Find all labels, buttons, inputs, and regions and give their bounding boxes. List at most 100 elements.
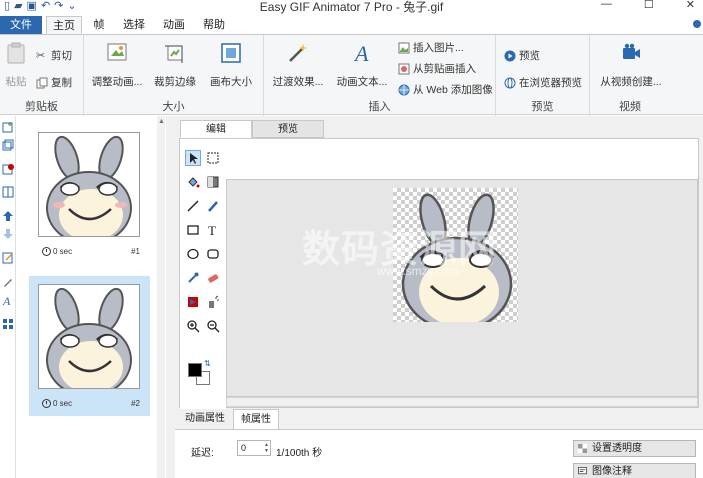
scroll-up-icon[interactable]: ▲ bbox=[158, 118, 165, 125]
text-tool-icon[interactable]: T bbox=[206, 223, 220, 237]
eraser-icon[interactable] bbox=[206, 271, 220, 285]
add-from-web-button[interactable]: 从 Web 添加图像 bbox=[398, 82, 493, 97]
ribbon-tabs: 文件 主页 帧 选择 动画 帮助 bbox=[0, 14, 703, 34]
text-icon[interactable]: A bbox=[2, 294, 14, 306]
resize-icon bbox=[107, 43, 127, 61]
pointer-tool-icon[interactable] bbox=[185, 150, 201, 166]
canvas-size-button[interactable]: 画布大小 bbox=[208, 41, 254, 89]
title-bar: ▯ ▰ ▣ ↶ ↷ ⌄ Easy GIF Animator 7 Pro - 兔子… bbox=[0, 0, 703, 14]
insert-image-button[interactable]: 插入图片... bbox=[398, 40, 464, 55]
group-label-insert: 插入 bbox=[368, 101, 391, 113]
marquee-select-icon[interactable] bbox=[206, 151, 220, 165]
crop-edges-button[interactable]: 裁剪边缘 bbox=[152, 41, 198, 89]
drawing-canvas[interactable]: 数码资源网 www.smzy.com bbox=[226, 179, 698, 397]
zoom-in-icon[interactable] bbox=[186, 319, 200, 333]
help-icon[interactable] bbox=[693, 20, 701, 28]
line-tool-icon[interactable] bbox=[186, 199, 200, 213]
svg-text:A: A bbox=[353, 41, 369, 65]
spinner-icon[interactable]: ▲ ▼ bbox=[264, 442, 269, 454]
fill-bucket-icon[interactable] bbox=[186, 175, 200, 189]
transition-effect-button[interactable]: 过渡效果... bbox=[270, 41, 326, 89]
eyedropper-icon[interactable] bbox=[186, 271, 200, 285]
animated-text-button[interactable]: A 动画文本... bbox=[334, 41, 390, 89]
frame-item-1[interactable]: 0 sec #1 bbox=[29, 124, 150, 264]
watermark-url: www.smzy.com bbox=[377, 264, 459, 278]
frame-number: #2 bbox=[131, 399, 140, 408]
image-icon bbox=[398, 42, 410, 53]
from-video-label: 从视频创建... bbox=[600, 76, 662, 88]
frame-list-scrollbar[interactable]: ▲ bbox=[157, 116, 165, 478]
frame-properties-panel: 延迟: 0 ▲ ▼ 1/100th 秒 设置透明度 图像注释 bbox=[175, 429, 703, 478]
image-comment-button[interactable]: 图像注释 bbox=[573, 463, 696, 478]
tab-animation[interactable]: 动画 bbox=[158, 16, 190, 34]
rounded-rect-tool-icon[interactable] bbox=[206, 247, 220, 261]
move-down-icon[interactable] bbox=[2, 228, 14, 240]
group-label-preview: 预览 bbox=[531, 101, 554, 113]
color-replace-icon[interactable] bbox=[186, 295, 200, 309]
tab-file[interactable]: 文件 bbox=[0, 16, 42, 34]
resize-animation-button[interactable]: 调整动画... bbox=[88, 41, 146, 89]
paste-icon bbox=[7, 42, 25, 64]
tab-edit[interactable]: 编辑 bbox=[180, 120, 252, 138]
duplicate-frame-icon[interactable] bbox=[2, 139, 14, 151]
frame-tool-strip: A bbox=[0, 116, 16, 478]
cut-label: 剪切 bbox=[51, 50, 72, 62]
color-swatches: ⇅ bbox=[184, 359, 224, 399]
delay-input[interactable]: 0 ▲ ▼ bbox=[237, 440, 271, 456]
preview-button[interactable]: 预览 bbox=[504, 48, 540, 63]
copy-button[interactable]: 复制 bbox=[36, 75, 72, 90]
frame-number: #1 bbox=[131, 247, 140, 256]
grid-icon[interactable] bbox=[2, 318, 14, 330]
copy-icon bbox=[36, 77, 48, 88]
group-insert: 过渡效果... A 动画文本... 插入图片... 从剪贴画插入 从 Web 添… bbox=[264, 35, 496, 116]
maximize-button[interactable]: ☐ bbox=[644, 0, 654, 11]
tab-frame-properties[interactable]: 帧属性 bbox=[233, 409, 279, 429]
gradient-icon[interactable] bbox=[206, 175, 220, 189]
pencil-icon[interactable] bbox=[2, 276, 14, 288]
tab-frame[interactable]: 帧 bbox=[88, 16, 110, 34]
scissors-icon: ✂ bbox=[36, 49, 46, 62]
paste-label: 粘贴 bbox=[5, 76, 27, 88]
canvas-horizontal-scrollbar[interactable] bbox=[226, 397, 698, 407]
resize-label: 调整动画... bbox=[91, 76, 143, 88]
set-transparency-label: 设置透明度 bbox=[592, 443, 642, 454]
move-up-icon[interactable] bbox=[2, 210, 14, 222]
window-title: Easy GIF Animator 7 Pro - 兔子.gif bbox=[259, 0, 444, 14]
set-transparency-button[interactable]: 设置透明度 bbox=[573, 440, 696, 457]
delete-frame-icon[interactable] bbox=[2, 163, 14, 175]
paste-button[interactable]: 粘贴 bbox=[3, 41, 29, 89]
rectangle-tool-icon[interactable] bbox=[186, 223, 200, 237]
clock-icon bbox=[42, 247, 51, 256]
canvas-container: T ⇅ 数码资源网 www.smzy.com bbox=[179, 138, 699, 409]
svg-text:A: A bbox=[2, 294, 11, 306]
cut-button[interactable]: ✂ 剪切 bbox=[36, 48, 72, 63]
add-frame-icon[interactable] bbox=[2, 121, 14, 133]
frame-list: 0 sec #1 0 sec #2 bbox=[16, 116, 156, 478]
frame-time: 0 sec bbox=[53, 399, 73, 408]
from-web-label: 从 Web 添加图像 bbox=[413, 84, 493, 96]
create-from-video-button[interactable]: 从视频创建... bbox=[598, 41, 664, 89]
frame-item-2[interactable]: 0 sec #2 bbox=[29, 276, 150, 416]
tab-animation-properties[interactable]: 动画属性 bbox=[179, 409, 231, 429]
tab-home[interactable]: 主页 bbox=[46, 16, 82, 34]
tab-preview[interactable]: 预览 bbox=[252, 120, 324, 138]
zoom-out-icon[interactable] bbox=[206, 319, 220, 333]
tab-help[interactable]: 帮助 bbox=[198, 16, 230, 34]
brush-icon[interactable] bbox=[206, 199, 220, 213]
tab-select[interactable]: 选择 bbox=[118, 16, 150, 34]
insert-from-clipart-button[interactable]: 从剪贴画插入 bbox=[398, 61, 476, 76]
crop-label: 裁剪边缘 bbox=[154, 76, 196, 88]
ellipse-tool-icon[interactable] bbox=[186, 247, 200, 261]
animated-text-label: 动画文本... bbox=[336, 76, 388, 88]
close-button[interactable]: ✕ bbox=[686, 0, 695, 11]
canvas-label: 画布大小 bbox=[210, 76, 252, 88]
minimize-button[interactable]: — bbox=[601, 0, 612, 11]
foreground-color-swatch[interactable] bbox=[188, 363, 202, 377]
edit-frame-icon[interactable] bbox=[2, 252, 14, 264]
swap-colors-icon[interactable]: ⇅ bbox=[204, 359, 211, 368]
spray-icon[interactable] bbox=[206, 295, 220, 309]
delay-unit: 1/100th 秒 bbox=[276, 448, 323, 459]
split-frame-icon[interactable] bbox=[2, 186, 14, 198]
preview-in-browser-button[interactable]: 在浏览器预览 bbox=[504, 75, 582, 90]
frame-thumbnail bbox=[38, 132, 140, 237]
